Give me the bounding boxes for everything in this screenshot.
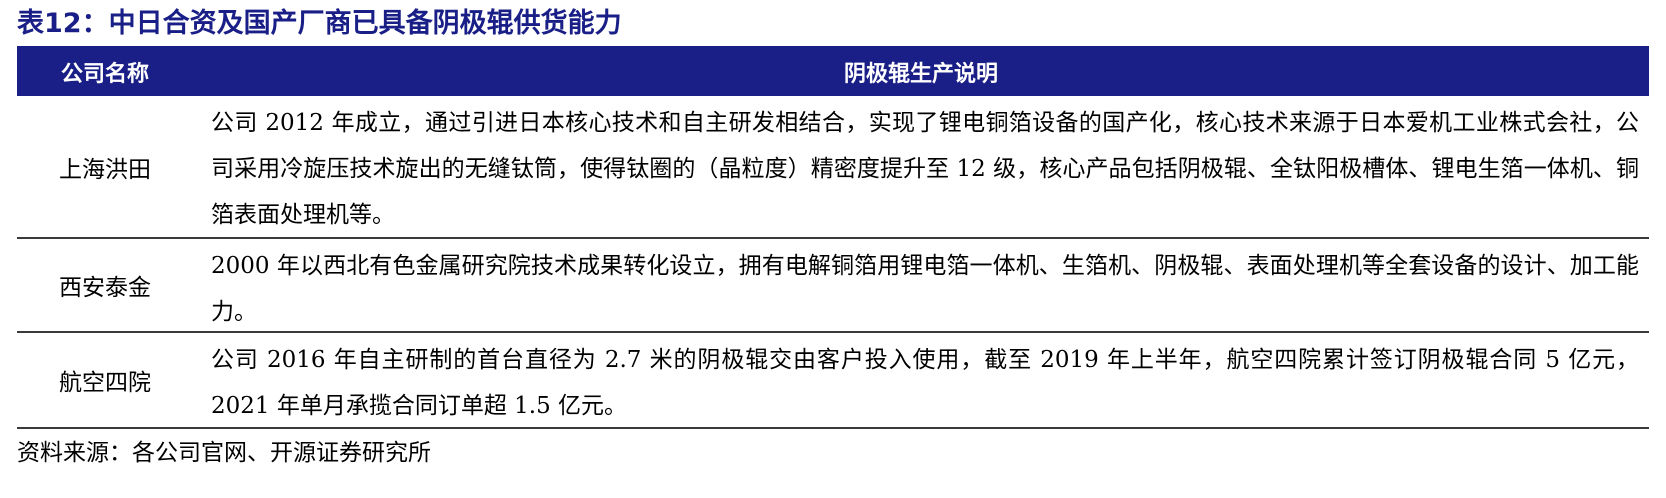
table-header-row: 公司名称 阴极辊生产说明 (17, 48, 1649, 96)
table-row: 西安泰金 2000 年以西北有色金属研究院技术成果转化设立，拥有电解铜箔用锂电箔… (17, 239, 1649, 333)
table-row: 航空四院 公司 2016 年自主研制的首台直径为 2.7 米的阴极辊交由客户投入… (17, 333, 1649, 429)
description-cell: 2000 年以西北有色金属研究院技术成果转化设立，拥有电解铜箔用锂电箔一体机、生… (211, 253, 1639, 325)
description-cell: 公司 2016 年自主研制的首台直径为 2.7 米的阴极辊交由客户投入使用，截至… (211, 347, 1639, 419)
table-title: 表12：中日合资及国产厂商已具备阴极辊供货能力 (17, 8, 622, 39)
document-page: 表12：中日合资及国产厂商已具备阴极辊供货能力 公司名称 阴极辊生产说明 上海洪… (17, 6, 1649, 473)
data-table: 公司名称 阴极辊生产说明 上海洪田 公司 2012 年成立，通过引进日本核心技术… (17, 46, 1649, 429)
header-company-name: 公司名称 (60, 62, 149, 87)
table-row: 上海洪田 公司 2012 年成立，通过引进日本核心技术和自主研发相结合，实现了锂… (17, 96, 1649, 239)
company-cell: 西安泰金 (59, 275, 151, 301)
header-description: 阴极辊生产说明 (843, 62, 998, 87)
source-note: 资料来源：各公司官网、开源证券研究所 (17, 440, 431, 466)
company-cell: 上海洪田 (59, 156, 151, 183)
company-cell: 航空四院 (59, 370, 151, 396)
description-cell: 公司 2012 年成立，通过引进日本核心技术和自主研发相结合，实现了锂电铜箔设备… (211, 110, 1639, 228)
